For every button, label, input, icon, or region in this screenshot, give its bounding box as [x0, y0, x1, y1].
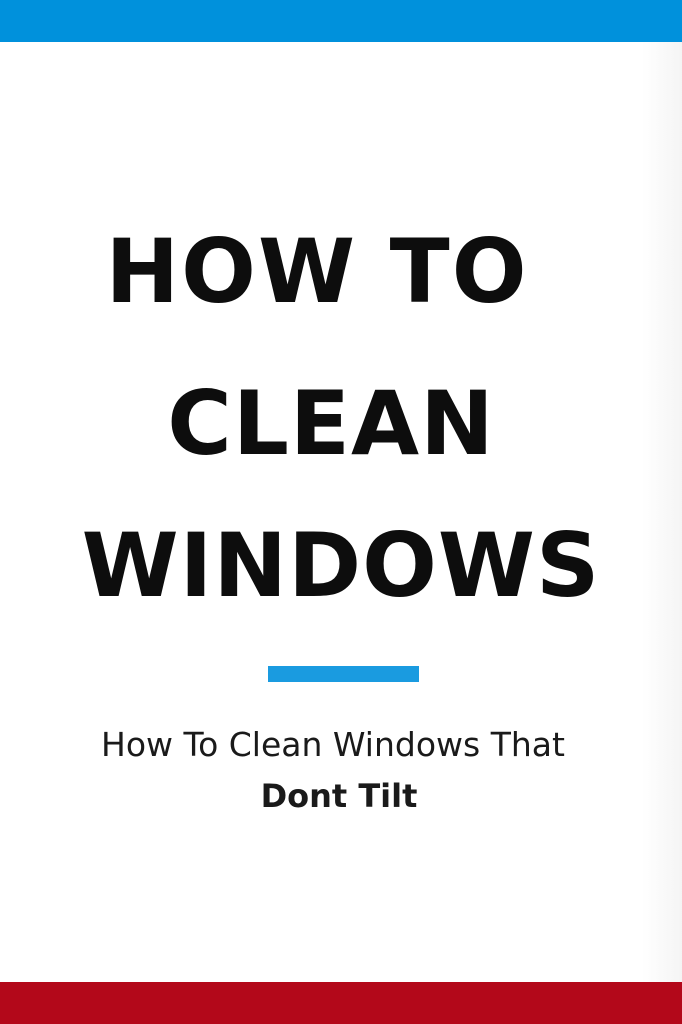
subtitle-line-2: Dont Tilt [260, 777, 418, 815]
top-accent-bar [0, 0, 682, 42]
accent-divider [268, 666, 419, 682]
title-line-3: WINDOWS [81, 514, 601, 617]
bottom-accent-bar [0, 982, 682, 1024]
subtitle-line-1: How To Clean Windows That [101, 725, 565, 764]
title-line-2: CLEAN [167, 372, 495, 475]
page-edge-shadow [642, 42, 682, 982]
title-line-1: HOW TO [105, 220, 529, 323]
